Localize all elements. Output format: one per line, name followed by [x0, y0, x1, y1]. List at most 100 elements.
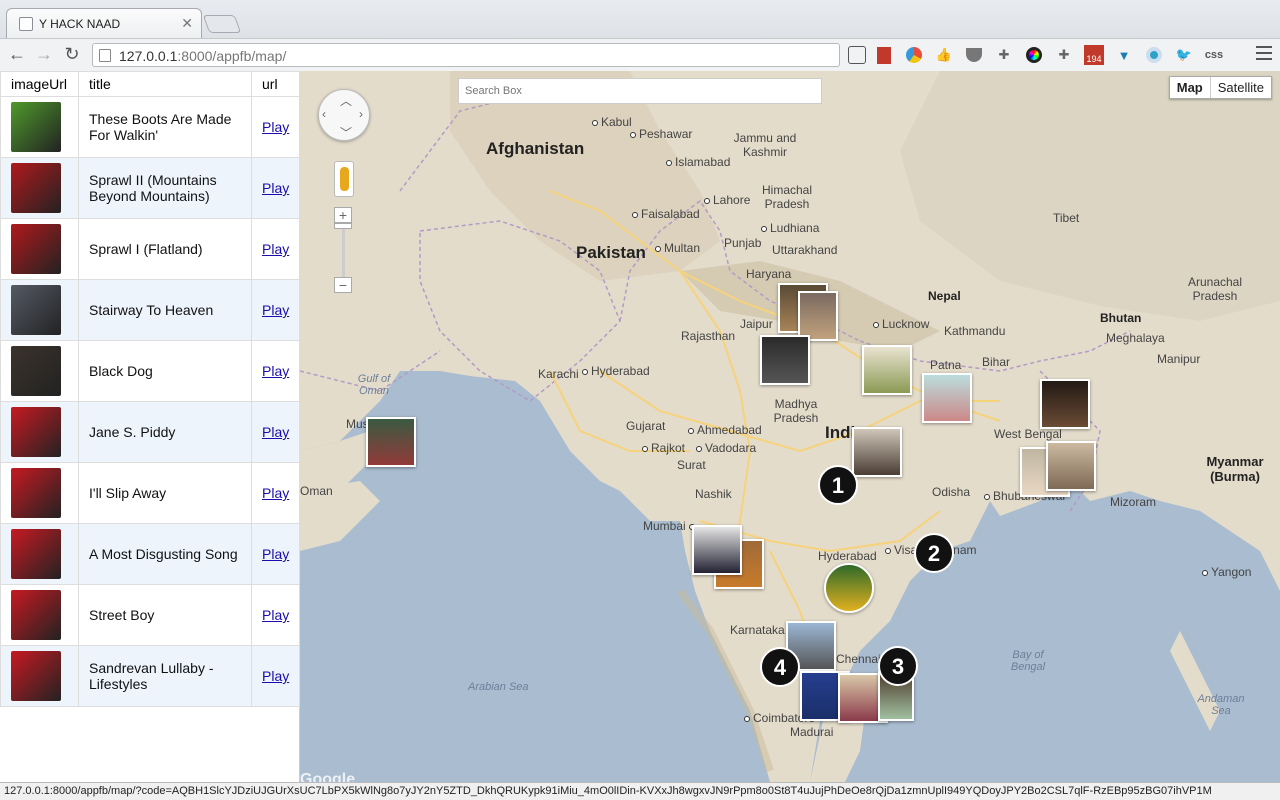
pan-right-icon[interactable]: › — [359, 107, 363, 121]
zoom-control: + − — [334, 207, 354, 295]
play-link[interactable]: Play — [262, 485, 289, 501]
address-url[interactable]: 127.0.0.1:8000/appfb/map/ — [119, 48, 286, 64]
table-row: Sprawl II (Mountains Beyond Mountains) Pl… — [0, 157, 300, 219]
cluster-marker-2[interactable]: 2 — [914, 533, 954, 573]
gmail-icon[interactable]: 194 — [1082, 43, 1106, 67]
bookmark-icon[interactable] — [872, 43, 896, 67]
extension-icons: 👍 ✚ ✚ 194 ▼ 🐦 css — [848, 43, 1226, 67]
twitter-icon[interactable]: 🐦 — [1172, 43, 1196, 67]
play-link[interactable]: Play — [262, 607, 289, 623]
table-row: Jane S. Piddy Play — [0, 401, 300, 463]
column-header-imageurl: imageUrl — [0, 71, 79, 97]
user-photo-marker[interactable] — [852, 427, 902, 477]
user-photo-marker[interactable] — [692, 525, 742, 575]
reload-icon[interactable]: ↻ — [61, 44, 83, 65]
label-tibet: Tibet — [1053, 211, 1080, 225]
city-mumbai: Mumbai — [643, 519, 698, 533]
map-type-satellite-button[interactable]: Satellite — [1211, 77, 1271, 98]
filter-icon[interactable]: ▼ — [1112, 43, 1136, 67]
user-photo-marker[interactable] — [824, 563, 874, 613]
region-west-bengal: West Bengal — [994, 427, 1062, 441]
close-tab-icon[interactable]: ✕ — [181, 15, 193, 32]
album-art-cell — [0, 401, 79, 463]
song-title: A Most Disgusting Song — [78, 523, 252, 585]
label-myanmar: Myanmar (Burma) — [1206, 454, 1264, 484]
map-search-input[interactable] — [458, 78, 822, 104]
browser-tab[interactable]: Y HACK NAAD ✕ — [6, 8, 202, 38]
table-row: I'll Slip Away Play — [0, 462, 300, 524]
zoom-slider-handle[interactable] — [334, 223, 352, 229]
city-kabul: Kabul — [592, 115, 632, 129]
eye-icon[interactable] — [1142, 43, 1166, 67]
play-link[interactable]: Play — [262, 302, 289, 318]
css-icon[interactable]: css — [1202, 43, 1226, 67]
map-view[interactable]: Afghanistan Pakistan Nepal Bhutan India … — [300, 71, 1280, 782]
color-picker-icon[interactable] — [1022, 43, 1046, 67]
capture-icon[interactable] — [848, 46, 866, 64]
address-bar[interactable]: 127.0.0.1:8000/appfb/map/ — [92, 43, 840, 67]
region-mizoram: Mizoram — [1110, 495, 1157, 509]
table-row: A Most Disgusting Song Play — [0, 523, 300, 585]
user-photo-marker[interactable] — [798, 291, 838, 341]
zoom-out-button[interactable]: − — [334, 277, 352, 293]
song-title: Stairway To Heaven — [78, 279, 252, 341]
region-arunachal: Arunachal Pradesh — [1187, 275, 1243, 303]
pan-control[interactable]: ︿ ﹀ ‹ › — [318, 89, 370, 141]
city-patna: Patna — [930, 358, 962, 372]
song-title: These Boots Are Made For Walkin' — [78, 96, 252, 158]
user-photo-marker[interactable] — [1046, 441, 1096, 491]
play-link[interactable]: Play — [262, 363, 289, 379]
thumb-up-icon[interactable]: 👍 — [932, 43, 956, 67]
city-multan: Multan — [655, 241, 700, 255]
region-gujarat: Gujarat — [626, 419, 666, 433]
cluster-marker-1[interactable]: 1 — [818, 465, 858, 505]
pan-up-icon[interactable]: ︿ — [340, 92, 352, 109]
play-link[interactable]: Play — [262, 119, 289, 135]
puzzle-icon[interactable]: ✚ — [992, 43, 1016, 67]
play-link[interactable]: Play — [262, 424, 289, 440]
play-cell: Play — [251, 96, 300, 158]
back-arrow-icon[interactable]: ← — [6, 44, 28, 65]
play-link[interactable]: Play — [262, 546, 289, 562]
region-punjab: Punjab — [724, 236, 762, 250]
album-art-cell — [0, 340, 79, 402]
chart-icon[interactable] — [902, 43, 926, 67]
puzzle-icon[interactable]: ✚ — [1052, 43, 1076, 67]
cluster-marker-4[interactable]: 4 — [760, 647, 800, 687]
map-type-map-button[interactable]: Map — [1170, 77, 1211, 98]
user-photo-marker[interactable] — [862, 345, 912, 395]
user-photo-marker[interactable] — [1040, 379, 1090, 429]
forward-arrow-icon[interactable]: → — [33, 44, 55, 65]
region-himachal: Himachal Pradesh — [761, 183, 812, 211]
play-link[interactable]: Play — [262, 668, 289, 684]
cluster-marker-3[interactable]: 3 — [878, 646, 918, 686]
user-photo-marker[interactable] — [366, 417, 416, 467]
album-art-cell — [0, 96, 79, 158]
user-photo-marker[interactable] — [760, 335, 810, 385]
song-title: Sprawl II (Mountains Beyond Mountains) — [78, 157, 252, 219]
column-header-title: title — [78, 71, 252, 97]
album-art-image — [11, 468, 61, 518]
play-link[interactable]: Play — [262, 241, 289, 257]
user-photo-marker[interactable] — [922, 373, 972, 423]
city-jaipur: Jaipur — [740, 317, 773, 331]
city-kathmandu: Kathmandu — [944, 324, 1006, 338]
zoom-slider[interactable] — [342, 225, 345, 281]
pan-left-icon[interactable]: ‹ — [322, 107, 326, 121]
play-cell: Play — [251, 401, 300, 463]
play-link[interactable]: Play — [262, 180, 289, 196]
water-bay-of-bengal: Bay of Bengal — [1010, 649, 1046, 673]
status-bar-url: 127.0.0.1:8000/appfb/map/?code=AQBH1SlcY… — [0, 782, 1280, 800]
pocket-icon[interactable] — [962, 43, 986, 67]
street-view-pegman-icon[interactable] — [334, 161, 354, 197]
song-title: Black Dog — [78, 340, 252, 402]
pan-down-icon[interactable]: ﹀ — [340, 124, 352, 141]
region-uttarakhand: Uttarakhand — [772, 243, 838, 257]
menu-icon[interactable] — [1256, 46, 1272, 60]
album-art-image — [11, 285, 61, 335]
new-tab-button[interactable] — [202, 15, 242, 33]
album-art-cell — [0, 157, 79, 219]
city-islamabad: Islamabad — [666, 155, 730, 169]
album-art-cell — [0, 218, 79, 280]
zoom-in-button[interactable]: + — [334, 207, 352, 223]
